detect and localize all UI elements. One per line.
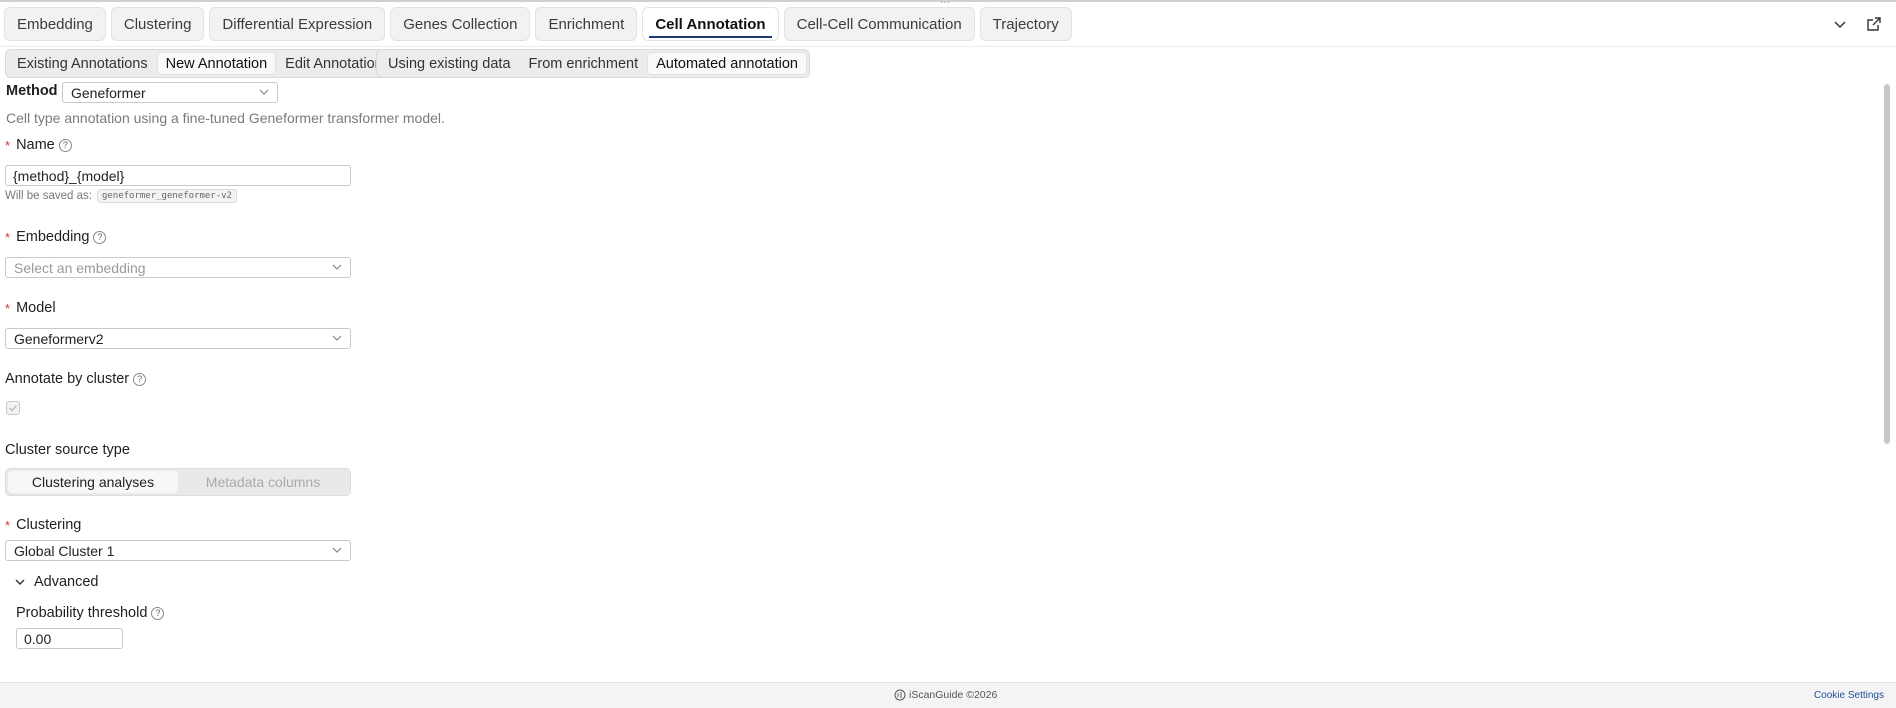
clustering-field-label: * Clustering [5, 517, 81, 533]
scrollbar-thumb[interactable] [1884, 84, 1890, 444]
cluster-source-text: Cluster source type [5, 442, 130, 458]
annotate-by-cluster-text: Annotate by cluster [5, 371, 130, 387]
probability-threshold-input[interactable]: 0.00 [16, 628, 123, 649]
window-controls [1830, 14, 1884, 34]
tab-cell-annotation[interactable]: Cell Annotation [642, 7, 779, 41]
chevron-down-icon [332, 264, 342, 270]
help-icon[interactable]: ? [133, 372, 147, 386]
method-select[interactable]: Geneformer [62, 82, 278, 103]
name-input-value: {method}_{model} [13, 167, 125, 184]
tab-genes-collection[interactable]: Genes Collection [390, 7, 531, 41]
saved-as-hint: Will be saved as: geneformer_geneformer-… [5, 189, 237, 203]
cluster-source-switch: Clustering analyses Metadata columns [5, 468, 351, 496]
chevron-down-icon [15, 579, 25, 585]
mode-edit-annotation[interactable]: Edit Annotation [276, 52, 392, 75]
embedding-select[interactable]: Select an embedding [5, 257, 351, 278]
vertical-scrollbar[interactable] [1882, 80, 1892, 674]
source-from-enrichment[interactable]: From enrichment [520, 52, 648, 75]
model-select-value: Geneformerv2 [14, 330, 104, 347]
brand-logo-icon [894, 689, 906, 701]
required-marker: * [5, 300, 11, 316]
clustering-label-text: Clustering [16, 517, 82, 533]
embedding-field-label: * Embedding ? [5, 229, 107, 245]
clustering-select[interactable]: Global Cluster 1 [5, 540, 351, 561]
model-select[interactable]: Geneformerv2 [5, 328, 351, 349]
advanced-toggle[interactable]: Advanced [14, 574, 99, 590]
footer-brand: iScanGuide ©2026 [894, 689, 997, 701]
required-marker: * [5, 137, 11, 153]
advanced-label: Advanced [34, 574, 99, 590]
probability-threshold-text: Probability threshold [16, 605, 148, 621]
tab-enrichment[interactable]: Enrichment [535, 7, 638, 41]
clustering-select-value: Global Cluster 1 [14, 542, 115, 559]
annotate-by-cluster-label: Annotate by cluster ? [5, 371, 147, 387]
method-description: Cell type annotation using a fine-tuned … [6, 110, 445, 126]
cookie-settings-link[interactable]: Cookie Settings [1814, 690, 1884, 701]
checkmark-icon [9, 405, 17, 412]
cluster-source-clustering-analyses[interactable]: Clustering analyses [8, 471, 178, 493]
annotation-source-switch: Using existing data From enrichment Auto… [376, 49, 810, 78]
help-icon[interactable]: ? [58, 138, 72, 152]
saved-as-value: geneformer_geneformer-v2 [96, 189, 237, 203]
name-input[interactable]: {method}_{model} [5, 165, 351, 186]
annotate-by-cluster-checkbox[interactable] [6, 401, 20, 415]
footer-brand-text: iScanGuide ©2026 [909, 689, 998, 701]
name-field-label: * Name ? [5, 137, 72, 153]
embedding-label-text: Embedding [16, 229, 90, 245]
mode-new-annotation[interactable]: New Annotation [156, 52, 277, 75]
tab-clustering[interactable]: Clustering [110, 7, 205, 41]
help-icon[interactable]: ? [151, 606, 165, 620]
mode-existing-annotations[interactable]: Existing Annotations [8, 52, 157, 75]
model-field-label: * Model [5, 300, 56, 316]
tab-embedding[interactable]: Embedding [4, 7, 106, 41]
cluster-source-label: Cluster source type [5, 442, 130, 458]
method-label: Method [6, 83, 58, 99]
cluster-source-metadata-columns[interactable]: Metadata columns [178, 471, 348, 493]
name-label-text: Name [16, 137, 55, 153]
tab-cell-cell-communication[interactable]: Cell-Cell Communication [783, 7, 975, 41]
chevron-down-icon [332, 335, 342, 341]
main-tabbar: Embedding Clustering Differential Expres… [4, 7, 1072, 48]
saved-as-prefix: Will be saved as: [5, 190, 92, 202]
source-using-existing-data[interactable]: Using existing data [379, 52, 520, 75]
required-marker: * [5, 517, 11, 533]
help-icon[interactable]: ? [93, 230, 107, 244]
chevron-down-icon [332, 547, 342, 553]
annotation-form: Method Geneformer Cell type annotation u… [0, 80, 1876, 682]
chevron-down-icon [259, 89, 269, 95]
tab-divider [0, 46, 1896, 47]
footer: iScanGuide ©2026 Cookie Settings [0, 682, 1896, 708]
annotation-mode-switch: Existing Annotations New Annotation Edit… [5, 49, 395, 78]
model-label-text: Model [16, 300, 56, 316]
tab-differential-expression[interactable]: Differential Expression [209, 7, 386, 41]
probability-threshold-value: 0.00 [24, 630, 52, 647]
tab-trajectory[interactable]: Trajectory [979, 7, 1072, 41]
method-select-value: Geneformer [71, 84, 146, 101]
chevron-down-icon[interactable] [1830, 14, 1850, 34]
probability-threshold-label: Probability threshold ? [16, 605, 165, 621]
required-marker: * [5, 229, 11, 245]
source-automated-annotation[interactable]: Automated annotation [647, 52, 807, 75]
external-link-icon[interactable] [1864, 14, 1884, 34]
embedding-select-placeholder: Select an embedding [14, 259, 146, 276]
drag-handle[interactable]: ··· [940, 0, 950, 8]
